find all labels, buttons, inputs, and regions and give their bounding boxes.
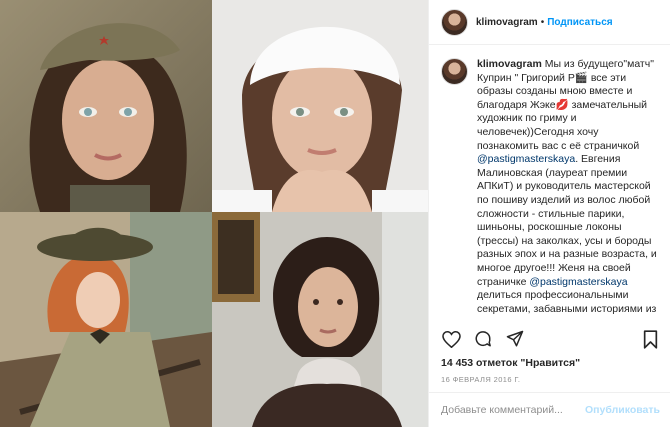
caption-username[interactable]: klimovagram <box>477 58 542 70</box>
header-username[interactable]: klimovagram <box>476 17 538 28</box>
post-photo-collage[interactable] <box>0 0 428 427</box>
avatar[interactable] <box>441 8 468 36</box>
share-icon[interactable] <box>505 329 525 349</box>
caption-avatar[interactable] <box>441 58 468 85</box>
caption-text-part-2: . Евгения Малиновская (лауреат премии АП… <box>477 153 657 288</box>
comment-icon[interactable] <box>473 329 493 349</box>
photo-redhead-hat <box>0 212 212 427</box>
caption-text-part-1: Мы из будущего"матч" Куприн " Григорий Р… <box>477 58 654 152</box>
likes-count[interactable]: 14 453 отметок "Нравится" <box>441 357 580 369</box>
caption-text: klimovagram Мы из будущего"матч" Куприн … <box>477 58 660 314</box>
add-comment-bar: Опубликовать <box>429 392 670 427</box>
post-side-panel: klimovagram • Подписаться klimovagram Мы… <box>428 0 670 427</box>
comment-input[interactable] <box>441 404 586 416</box>
follow-button[interactable]: Подписаться <box>547 17 612 28</box>
bookmark-icon[interactable] <box>640 329 660 349</box>
post-header: klimovagram • Подписаться <box>429 0 670 45</box>
header-separator: • <box>540 16 545 28</box>
photo-military-cap <box>0 0 212 212</box>
photo-white-headscarf <box>212 0 428 212</box>
caption-text-part-3: делиться профессиональными секретами, за… <box>477 289 657 314</box>
post-date[interactable]: 16 ФЕВРАЛЯ 2016 Г. <box>441 375 520 384</box>
caption-area: klimovagram Мы из будущего"матч" Куприн … <box>429 46 670 314</box>
mention-link[interactable]: @pastigmasterskaya <box>477 153 575 165</box>
photo-lace-collar <box>212 212 428 427</box>
action-bar <box>441 327 660 351</box>
publish-button[interactable]: Опубликовать <box>585 404 660 416</box>
heart-icon[interactable] <box>441 329 461 349</box>
mention-link[interactable]: @pastigmasterskaya <box>529 276 627 288</box>
